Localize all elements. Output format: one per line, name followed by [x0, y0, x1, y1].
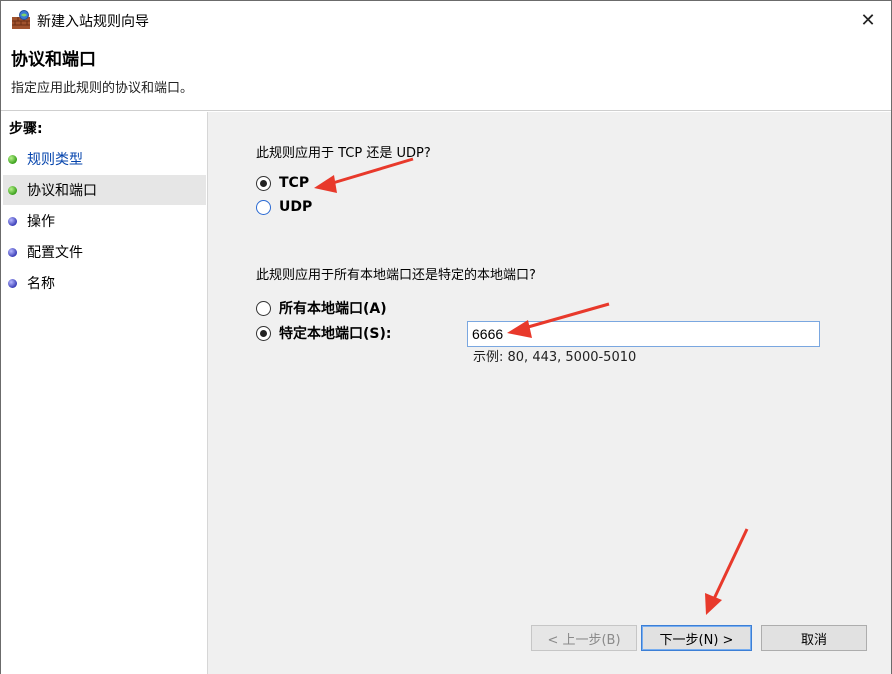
radio-specific-ports[interactable]: 特定本地端口(S):	[256, 323, 391, 343]
step-label: 名称	[27, 276, 55, 292]
specific-ports-input[interactable]	[467, 321, 820, 347]
step-done-bullet-icon	[8, 185, 17, 195]
content-panel: 此规则应用于 TCP 还是 UDP? TCP UDP 此规则应用于所有本地端口还…	[209, 112, 892, 674]
step-done-bullet-icon	[8, 154, 17, 164]
cancel-button[interactable]: 取消	[761, 625, 867, 651]
ports-question: 此规则应用于所有本地端口还是特定的本地端口?	[256, 268, 536, 283]
step-rule-type[interactable]: 规则类型	[3, 144, 206, 174]
step-pending-bullet-icon	[8, 216, 17, 226]
step-name[interactable]: 名称	[3, 268, 206, 298]
close-icon: ✕	[860, 9, 876, 31]
steps-panel: 步骤: 规则类型 协议和端口 操作 配置文件 名称	[1, 112, 208, 674]
steps-heading: 步骤:	[9, 121, 43, 137]
step-label: 协议和端口	[27, 183, 97, 199]
radio-label: 所有本地端口(A)	[279, 301, 387, 317]
radio-button-selected[interactable]	[256, 175, 271, 191]
step-label: 规则类型	[27, 152, 83, 168]
radio-label: TCP	[279, 175, 310, 191]
radio-button-unselected[interactable]	[256, 199, 271, 215]
radio-label: 特定本地端口(S):	[279, 326, 392, 342]
step-pending-bullet-icon	[8, 278, 17, 288]
radio-button-unselected[interactable]	[256, 300, 271, 316]
title-bar: 新建入站规则向导 ✕	[1, 1, 891, 39]
step-profile[interactable]: 配置文件	[3, 237, 206, 267]
wizard-window: 新建入站规则向导 ✕ 协议和端口 指定应用此规则的协议和端口。 步骤: 规则类型…	[0, 0, 892, 674]
back-button[interactable]: < 上一步(B)	[531, 625, 637, 651]
ports-example-hint: 示例: 80, 443, 5000-5010	[473, 350, 637, 365]
step-label: 操作	[27, 214, 55, 230]
step-pending-bullet-icon	[8, 247, 17, 257]
wizard-body: 步骤: 规则类型 协议和端口 操作 配置文件 名称 此规则应用于 TCP 还是 …	[1, 112, 891, 674]
window-title: 新建入站规则向导	[37, 14, 149, 30]
firewall-icon	[11, 10, 31, 30]
wizard-header: 协议和端口 指定应用此规则的协议和端口。	[1, 39, 891, 111]
step-label: 配置文件	[27, 245, 83, 261]
next-button[interactable]: 下一步(N) >	[641, 625, 752, 651]
radio-udp[interactable]: UDP	[256, 199, 312, 215]
step-protocol-ports[interactable]: 协议和端口	[3, 175, 206, 205]
radio-tcp[interactable]: TCP	[256, 175, 309, 191]
page-subtitle: 指定应用此规则的协议和端口。	[11, 81, 194, 96]
radio-button-selected[interactable]	[256, 325, 271, 341]
radio-label: UDP	[279, 199, 313, 215]
close-button[interactable]: ✕	[845, 1, 891, 39]
radio-all-ports[interactable]: 所有本地端口(A)	[256, 298, 387, 318]
protocol-question: 此规则应用于 TCP 还是 UDP?	[256, 146, 431, 161]
page-title: 协议和端口	[11, 50, 96, 70]
step-action[interactable]: 操作	[3, 206, 206, 236]
